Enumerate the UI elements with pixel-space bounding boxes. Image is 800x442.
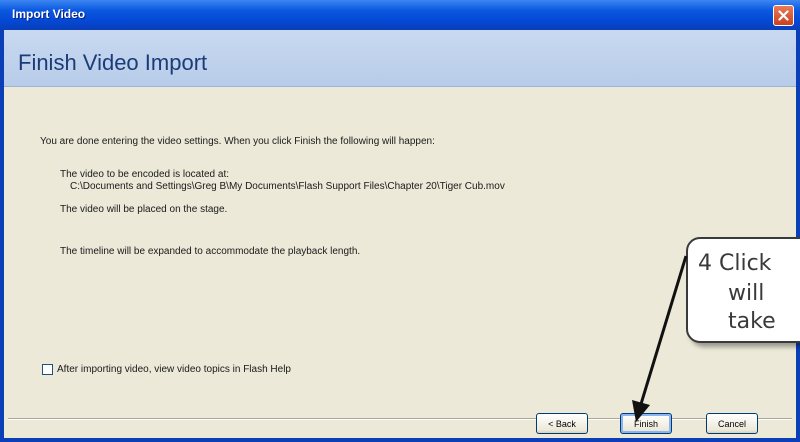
arrow-icon [632,255,688,422]
